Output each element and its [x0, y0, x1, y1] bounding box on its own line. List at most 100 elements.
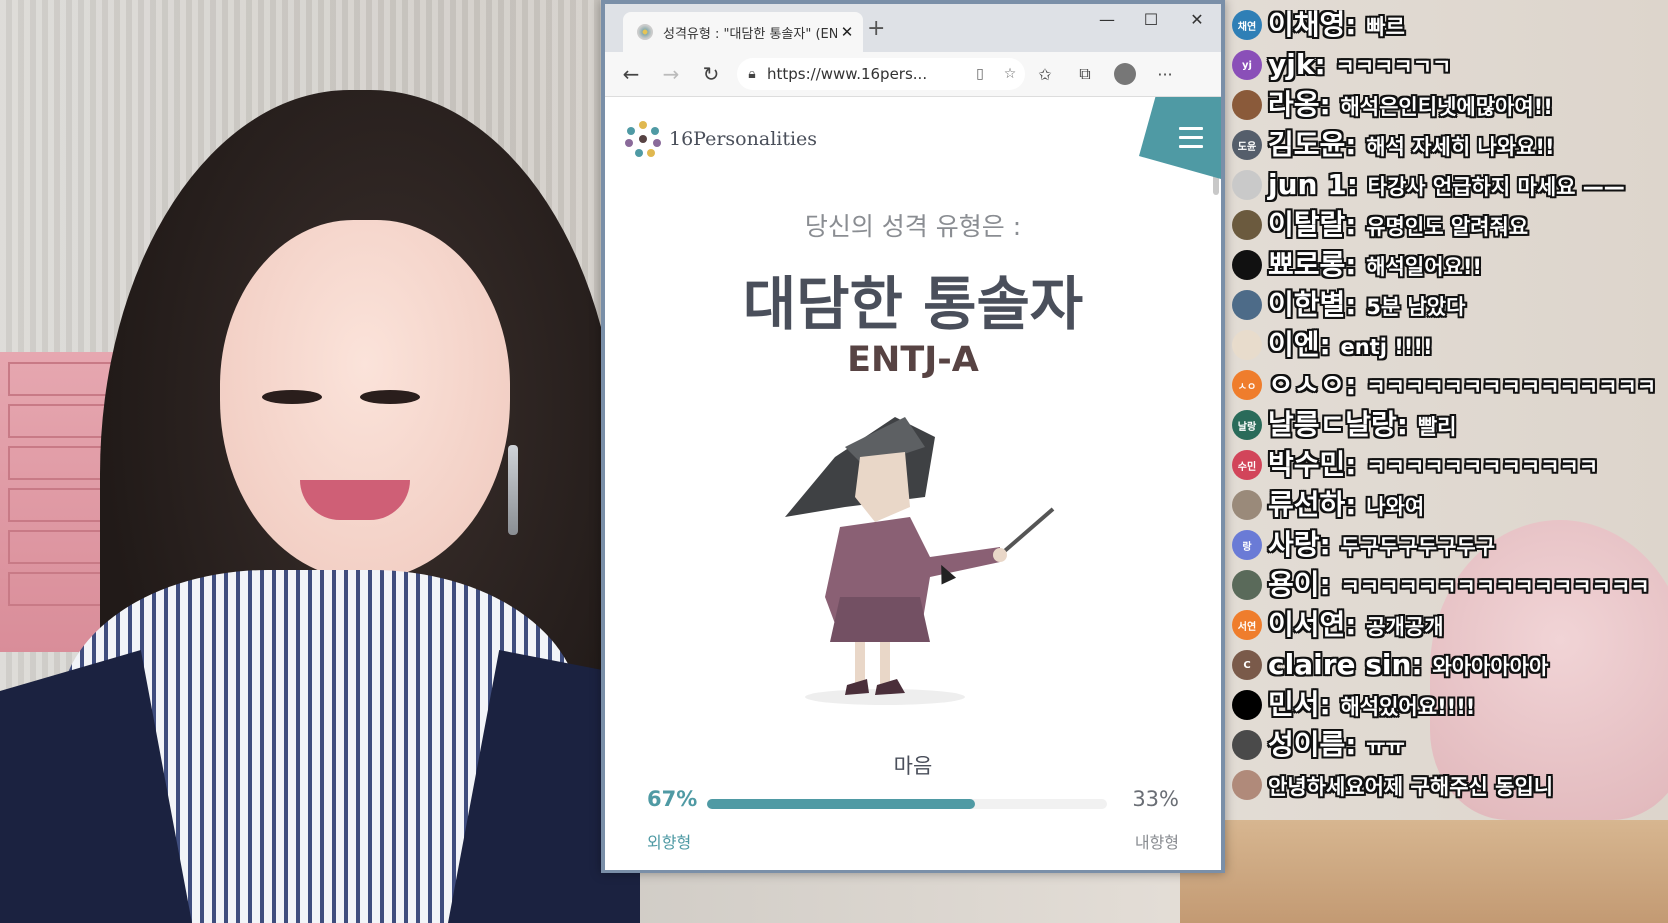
chat-text: 이서연: 공개공개 [1268, 610, 1444, 642]
favorite-star-icon[interactable]: ☆ [995, 66, 1025, 82]
favorites-list-icon[interactable]: ✩ [1025, 65, 1065, 84]
chat-message-text: ㅋㅋㅋㅋㅋㅋㅋㅋㅋㅋㅋㅋ [1366, 455, 1599, 479]
personality-type-code: ENTJ-A [847, 340, 979, 380]
collections-icon[interactable]: ⧉ [1065, 64, 1105, 84]
chat-message-text: entj !!!! [1340, 335, 1433, 359]
chat-message: 채연 이채영: 빠르 [1232, 10, 1668, 42]
chat-username: jun 1: [1268, 168, 1368, 201]
back-button[interactable]: ← [611, 62, 651, 86]
chat-text: 이채영: 빠르 [1268, 10, 1405, 42]
chat-message-text: 빠르 [1366, 15, 1405, 39]
chat-avatar [1232, 170, 1262, 200]
chat-avatar: 랑 [1232, 530, 1262, 560]
trait-bar-fill [707, 799, 975, 809]
trait-right-percent: 33% [1132, 787, 1179, 811]
chat-username: 뾰로롱: [1268, 248, 1367, 281]
browser-toolbar: ← → ↻ 🔒︎ https://www.16pers... ▯ ☆ ✩ ⧉ ·… [605, 52, 1221, 97]
address-bar[interactable]: 🔒︎ https://www.16pers... ▯ ☆ [737, 58, 1025, 90]
chat-username: 라옹: [1268, 88, 1341, 121]
live-chat: 채연 이채영: 빠르 yj yjk: ㅋㅋㅋㅋㄱㄱ 라옹: 해석은인티넷에많아여!! 도윤… [1232, 10, 1668, 923]
chat-message: 안녕하세요어제 구해주신 동입니 [1232, 770, 1668, 802]
chat-avatar: yj [1232, 50, 1262, 80]
lock-icon: 🔒︎ [748, 66, 756, 82]
chat-username: claire sin: [1268, 648, 1433, 681]
chat-avatar: 서연 [1232, 610, 1262, 640]
chat-text: 류선하: 나와여 [1268, 490, 1424, 522]
chat-username: 박수민: [1268, 448, 1367, 481]
chat-message: 랑 사랑: 두구두구두구두구 [1232, 530, 1668, 562]
chat-avatar [1232, 730, 1262, 760]
browser-tab[interactable]: 성격유형 : "대담한 통솔자" (ENTJ ✕ [623, 12, 863, 52]
chat-message: 민서: 해석있어요!!!! [1232, 690, 1668, 722]
chat-avatar [1232, 210, 1262, 240]
reader-icon[interactable]: ▯ [965, 66, 995, 82]
logo-text: 16Personalities [669, 128, 818, 150]
tab-close-icon[interactable]: ✕ [837, 23, 857, 41]
chat-username: 이서연: [1268, 608, 1367, 641]
chat-text: 이한별: 5분 남았다 [1268, 290, 1465, 322]
chat-text: 이탈랄: 유명인도 알려줘요 [1268, 210, 1528, 242]
browser-titlebar: 성격유형 : "대담한 통솔자" (ENTJ ✕ + — ☐ ✕ [605, 4, 1221, 52]
chat-message: jun 1: 타강사 언급하지 마세요 —— [1232, 170, 1668, 202]
chat-text: 김도윤: 해석 자세히 나와요!! [1268, 130, 1555, 162]
chat-avatar [1232, 290, 1262, 320]
chat-message: 수민 박수민: ㅋㅋㅋㅋㅋㅋㅋㅋㅋㅋㅋㅋ [1232, 450, 1668, 482]
close-window-button[interactable]: ✕ [1177, 10, 1217, 29]
chat-text: 날릉ㄷ날랑: 빨리 [1268, 410, 1456, 442]
earring [508, 445, 518, 535]
chat-text: 사랑: 두구두구두구두구 [1268, 530, 1495, 562]
chat-text: 이엔: entj !!!! [1268, 330, 1433, 362]
chat-message-text: 해석 자세히 나와요!! [1366, 135, 1555, 159]
chat-avatar: 채연 [1232, 10, 1262, 40]
chat-message: Cclaire sin: 와아아아아아 [1232, 650, 1668, 682]
chat-username: 날릉ㄷ날랑: [1268, 408, 1418, 441]
chat-message-text: 해석은인티넷에많아여!! [1340, 95, 1553, 119]
chat-message-text: 해석일어요!! [1366, 255, 1482, 279]
chat-text: 라옹: 해석은인티넷에많아여!! [1268, 90, 1553, 122]
trait-label: 마음 [893, 754, 933, 778]
chat-text: claire sin: 와아아아아아 [1268, 650, 1548, 682]
chat-message-text: 와아아아아아 [1432, 655, 1549, 679]
new-tab-button[interactable]: + [867, 16, 885, 41]
trait-right-side: 내향형 [1134, 833, 1179, 852]
hamburger-menu-icon[interactable] [1179, 127, 1203, 154]
chat-username: 민서: [1268, 688, 1341, 721]
chat-text: 안녕하세요어제 구해주신 동입니 [1268, 770, 1553, 802]
chat-message: 서연 이서연: 공개공개 [1232, 610, 1668, 642]
chat-avatar [1232, 330, 1262, 360]
trait-left-side: 외향형 [647, 833, 692, 852]
refresh-button[interactable]: ↻ [691, 62, 731, 86]
minimize-button[interactable]: — [1087, 10, 1127, 29]
chat-avatar: C [1232, 650, 1262, 680]
maximize-button[interactable]: ☐ [1131, 10, 1171, 29]
chat-message-text: 안녕하세요어제 구해주신 동입니 [1268, 775, 1554, 799]
chat-message-text: 유명인도 알려줘요 [1366, 215, 1529, 239]
site-favicon-icon [637, 24, 653, 40]
chat-text: 박수민: ㅋㅋㅋㅋㅋㅋㅋㅋㅋㅋㅋㅋ [1268, 450, 1598, 482]
chat-message: 도윤 김도윤: 해석 자세히 나와요!! [1232, 130, 1668, 162]
trait-left-percent: 67% [647, 787, 698, 811]
chat-message: 이엔: entj !!!! [1232, 330, 1668, 362]
chat-username: 사랑: [1268, 528, 1341, 561]
chat-avatar: 수민 [1232, 450, 1262, 480]
chat-message: 이탈랄: 유명인도 알려줘요 [1232, 210, 1668, 242]
chat-username: 이채영: [1268, 10, 1367, 41]
chat-message-text: 해석있어요!!!! [1340, 695, 1476, 719]
chat-message: 용이: ㅋㅋㅋㅋㅋㅋㅋㅋㅋㅋㅋㅋㅋㅋㅋㅋ [1232, 570, 1668, 602]
chat-message-text: ㅋㅋㅋㅋㄱㄱ [1335, 55, 1452, 79]
chat-avatar [1232, 690, 1262, 720]
chat-message-text: 5분 남았다 [1366, 295, 1466, 319]
chat-message: 날랑 날릉ㄷ날랑: 빨리 [1232, 410, 1668, 442]
chat-username: 성이름: [1268, 728, 1367, 761]
more-icon[interactable]: ··· [1145, 65, 1185, 84]
chat-username: 용이: [1268, 568, 1341, 601]
commander-illustration [785, 417, 1055, 705]
profile-icon[interactable] [1114, 63, 1136, 85]
forward-button[interactable]: → [651, 62, 691, 86]
chat-text: 성이름: ㅠㅠ [1268, 730, 1405, 762]
url-text: https://www.16pers... [767, 65, 928, 83]
chat-message-text: 빨리 [1417, 415, 1457, 439]
web-page: 16Personalities 당신의 성격 유형은 : 대담한 통솔자 ENT… [605, 97, 1221, 870]
site-logo[interactable]: 16Personalities [623, 119, 817, 159]
chat-message: 이한별: 5분 남았다 [1232, 290, 1668, 322]
